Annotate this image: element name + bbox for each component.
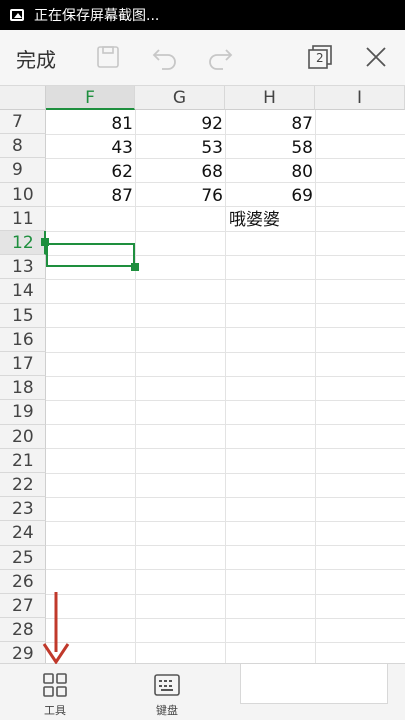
grid-line (46, 231, 405, 232)
row-header[interactable]: 23 (0, 497, 46, 522)
keyboard-button[interactable]: 键盘 (132, 664, 202, 720)
close-icon[interactable] (361, 42, 391, 72)
row-header[interactable]: 20 (0, 424, 46, 449)
keyboard-icon (154, 674, 180, 696)
toolbar: 完成 2 (0, 30, 405, 86)
row-header[interactable]: 27 (0, 594, 46, 619)
sheet-count: 2 (316, 51, 324, 65)
bottom-bar: 工具 键盘 (0, 663, 405, 720)
cell-f7[interactable]: 81 (46, 112, 135, 136)
row-header[interactable]: 8 (0, 134, 46, 159)
row-header[interactable]: 28 (0, 618, 46, 643)
column-header-h[interactable]: H (225, 86, 315, 110)
selection-handle-bottom-right[interactable] (131, 263, 139, 271)
keyboard-label: 键盘 (156, 704, 178, 717)
row-header[interactable]: 11 (0, 206, 46, 231)
grid-line (46, 521, 405, 522)
row-header[interactable]: 15 (0, 303, 46, 328)
row-header[interactable]: 19 (0, 400, 46, 425)
cell-f9[interactable]: 62 (46, 160, 135, 184)
row-header[interactable]: 22 (0, 473, 46, 498)
grid-line (46, 424, 405, 425)
row-header-selected[interactable]: 12 (0, 231, 46, 256)
screenshot-icon (10, 9, 24, 21)
grid-corner[interactable] (0, 86, 46, 110)
selected-cell-f12[interactable] (46, 243, 135, 267)
column-header-g[interactable]: G (135, 86, 225, 110)
row-header[interactable]: 25 (0, 545, 46, 570)
row-header[interactable]: 21 (0, 448, 46, 473)
row-header[interactable]: 10 (0, 182, 46, 207)
row-header[interactable]: 9 (0, 158, 46, 183)
row-header[interactable]: 24 (0, 521, 46, 546)
tools-button[interactable]: 工具 (20, 664, 90, 720)
row-header[interactable]: 17 (0, 352, 46, 377)
cell-h11[interactable]: 哦婆婆 (229, 208, 319, 232)
grid-line (46, 569, 405, 570)
grid-line (46, 618, 405, 619)
tools-label: 工具 (44, 704, 66, 717)
sheets-icon[interactable]: 2 (305, 42, 335, 72)
grid-line (46, 376, 405, 377)
cell-f8[interactable]: 43 (46, 136, 135, 160)
redo-icon[interactable] (205, 42, 235, 72)
grid-line (46, 400, 405, 401)
grid-line (46, 497, 405, 498)
grid-line (46, 279, 405, 280)
grid-line (46, 473, 405, 474)
undo-icon[interactable] (150, 42, 180, 72)
grid-line (46, 352, 405, 353)
selection-handle-top-left[interactable] (41, 238, 49, 246)
input-area[interactable] (240, 664, 388, 704)
cell-g8[interactable]: 53 (135, 136, 225, 160)
row-header[interactable]: 18 (0, 376, 46, 401)
grid-line (46, 303, 405, 304)
column-header-i[interactable]: I (315, 86, 405, 110)
row-header[interactable]: 13 (0, 255, 46, 280)
grid-line (46, 327, 405, 328)
grid-line (46, 545, 405, 546)
grid-line (46, 642, 405, 643)
spreadsheet-grid[interactable]: F G H I 7 8 9 10 11 12 13 14 15 16 17 18… (0, 86, 405, 663)
cell-g10[interactable]: 76 (135, 184, 225, 208)
save-icon[interactable] (93, 42, 123, 72)
row-header[interactable]: 7 (0, 110, 46, 135)
annotation-arrow-icon (42, 592, 70, 664)
done-button[interactable]: 完成 (16, 44, 56, 73)
grid-line (46, 594, 405, 595)
status-text: 正在保存屏幕截图... (34, 8, 160, 24)
cell-f10[interactable]: 87 (46, 184, 135, 208)
column-header-f[interactable]: F (46, 86, 135, 110)
grid-line (46, 448, 405, 449)
status-bar: 正在保存屏幕截图... (0, 0, 405, 30)
cell-g9[interactable]: 68 (135, 160, 225, 184)
row-header[interactable]: 16 (0, 327, 46, 352)
cell-g7[interactable]: 92 (135, 112, 225, 136)
row-header[interactable]: 26 (0, 569, 46, 594)
tools-grid-icon (43, 673, 67, 697)
grid-line (315, 110, 316, 663)
row-header[interactable]: 29 (0, 642, 46, 663)
cell-h8[interactable]: 58 (225, 136, 315, 160)
row-header[interactable]: 14 (0, 279, 46, 304)
cell-h9[interactable]: 80 (225, 160, 315, 184)
cell-h10[interactable]: 69 (225, 184, 315, 208)
cell-h7[interactable]: 87 (225, 112, 315, 136)
